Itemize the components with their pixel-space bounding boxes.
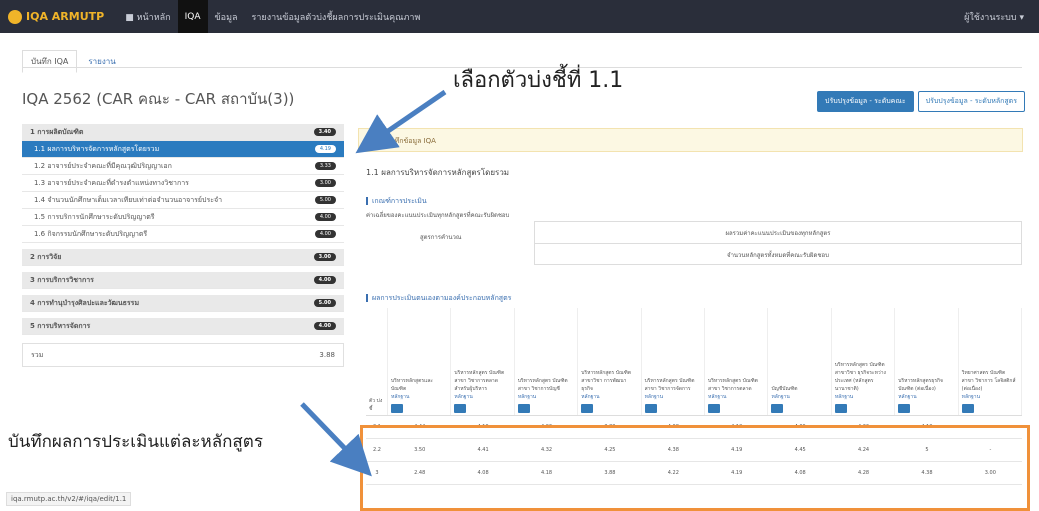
arrow-to-table-icon (300, 402, 372, 477)
status-bar-url: iqa.rmutp.ac.th/v2/#/iqa/edit/1.1 (6, 492, 132, 506)
annotation-record-results: บันทึกผลการประเมินแต่ละหลักสูตร (8, 432, 263, 452)
annotation-select-indicator: เลือกตัวบ่งชี้ที่ 1.1 (453, 68, 624, 93)
arrow-to-indicator-icon (355, 89, 447, 154)
